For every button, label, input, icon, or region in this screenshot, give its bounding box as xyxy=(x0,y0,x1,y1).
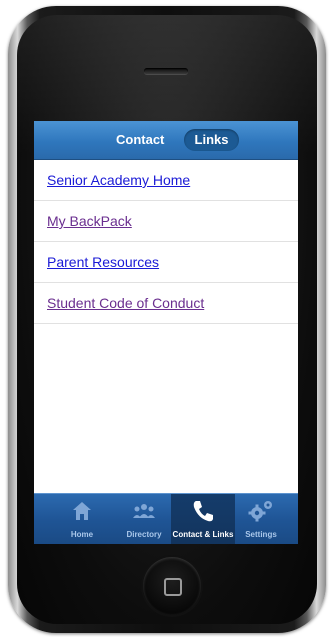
list-item: Senior Academy Home xyxy=(34,160,298,201)
tab-home-label: Home xyxy=(70,530,94,539)
home-icon xyxy=(73,502,91,520)
segment-links[interactable]: Links xyxy=(184,129,239,151)
gears-icon xyxy=(248,501,272,522)
link-senior-academy-home[interactable]: Senior Academy Home xyxy=(47,172,190,188)
link-my-backpack[interactable]: My BackPack xyxy=(47,213,132,229)
link-parent-resources[interactable]: Parent Resources xyxy=(47,254,159,270)
app-screen: Contact Links Senior Academy Home My Bac… xyxy=(34,121,298,544)
tab-settings[interactable]: Settings xyxy=(240,494,282,544)
tab-directory[interactable]: Directory xyxy=(120,494,168,544)
list-item: Parent Resources xyxy=(34,242,298,283)
people-icon xyxy=(133,504,155,518)
tab-contact-links[interactable]: Contact & Links xyxy=(171,494,235,544)
speaker-grille xyxy=(144,68,188,74)
tab-settings-label: Settings xyxy=(245,530,277,539)
segment-contact[interactable]: Contact xyxy=(116,129,164,151)
bottom-tab-bar: Home Directory Contact & Links Settings xyxy=(34,493,298,544)
home-button[interactable] xyxy=(143,557,201,615)
tab-directory-label: Directory xyxy=(126,530,162,539)
list-item: Student Code of Conduct xyxy=(34,283,298,324)
links-list: Senior Academy Home My BackPack Parent R… xyxy=(34,160,298,324)
phone-icon xyxy=(193,501,213,522)
tab-contact-links-label: Contact & Links xyxy=(172,530,234,539)
top-header: Contact Links xyxy=(34,121,298,160)
home-button-square-icon xyxy=(164,578,182,596)
list-item: My BackPack xyxy=(34,201,298,242)
link-student-code-of-conduct[interactable]: Student Code of Conduct xyxy=(47,295,204,311)
tab-home[interactable]: Home xyxy=(62,494,102,544)
